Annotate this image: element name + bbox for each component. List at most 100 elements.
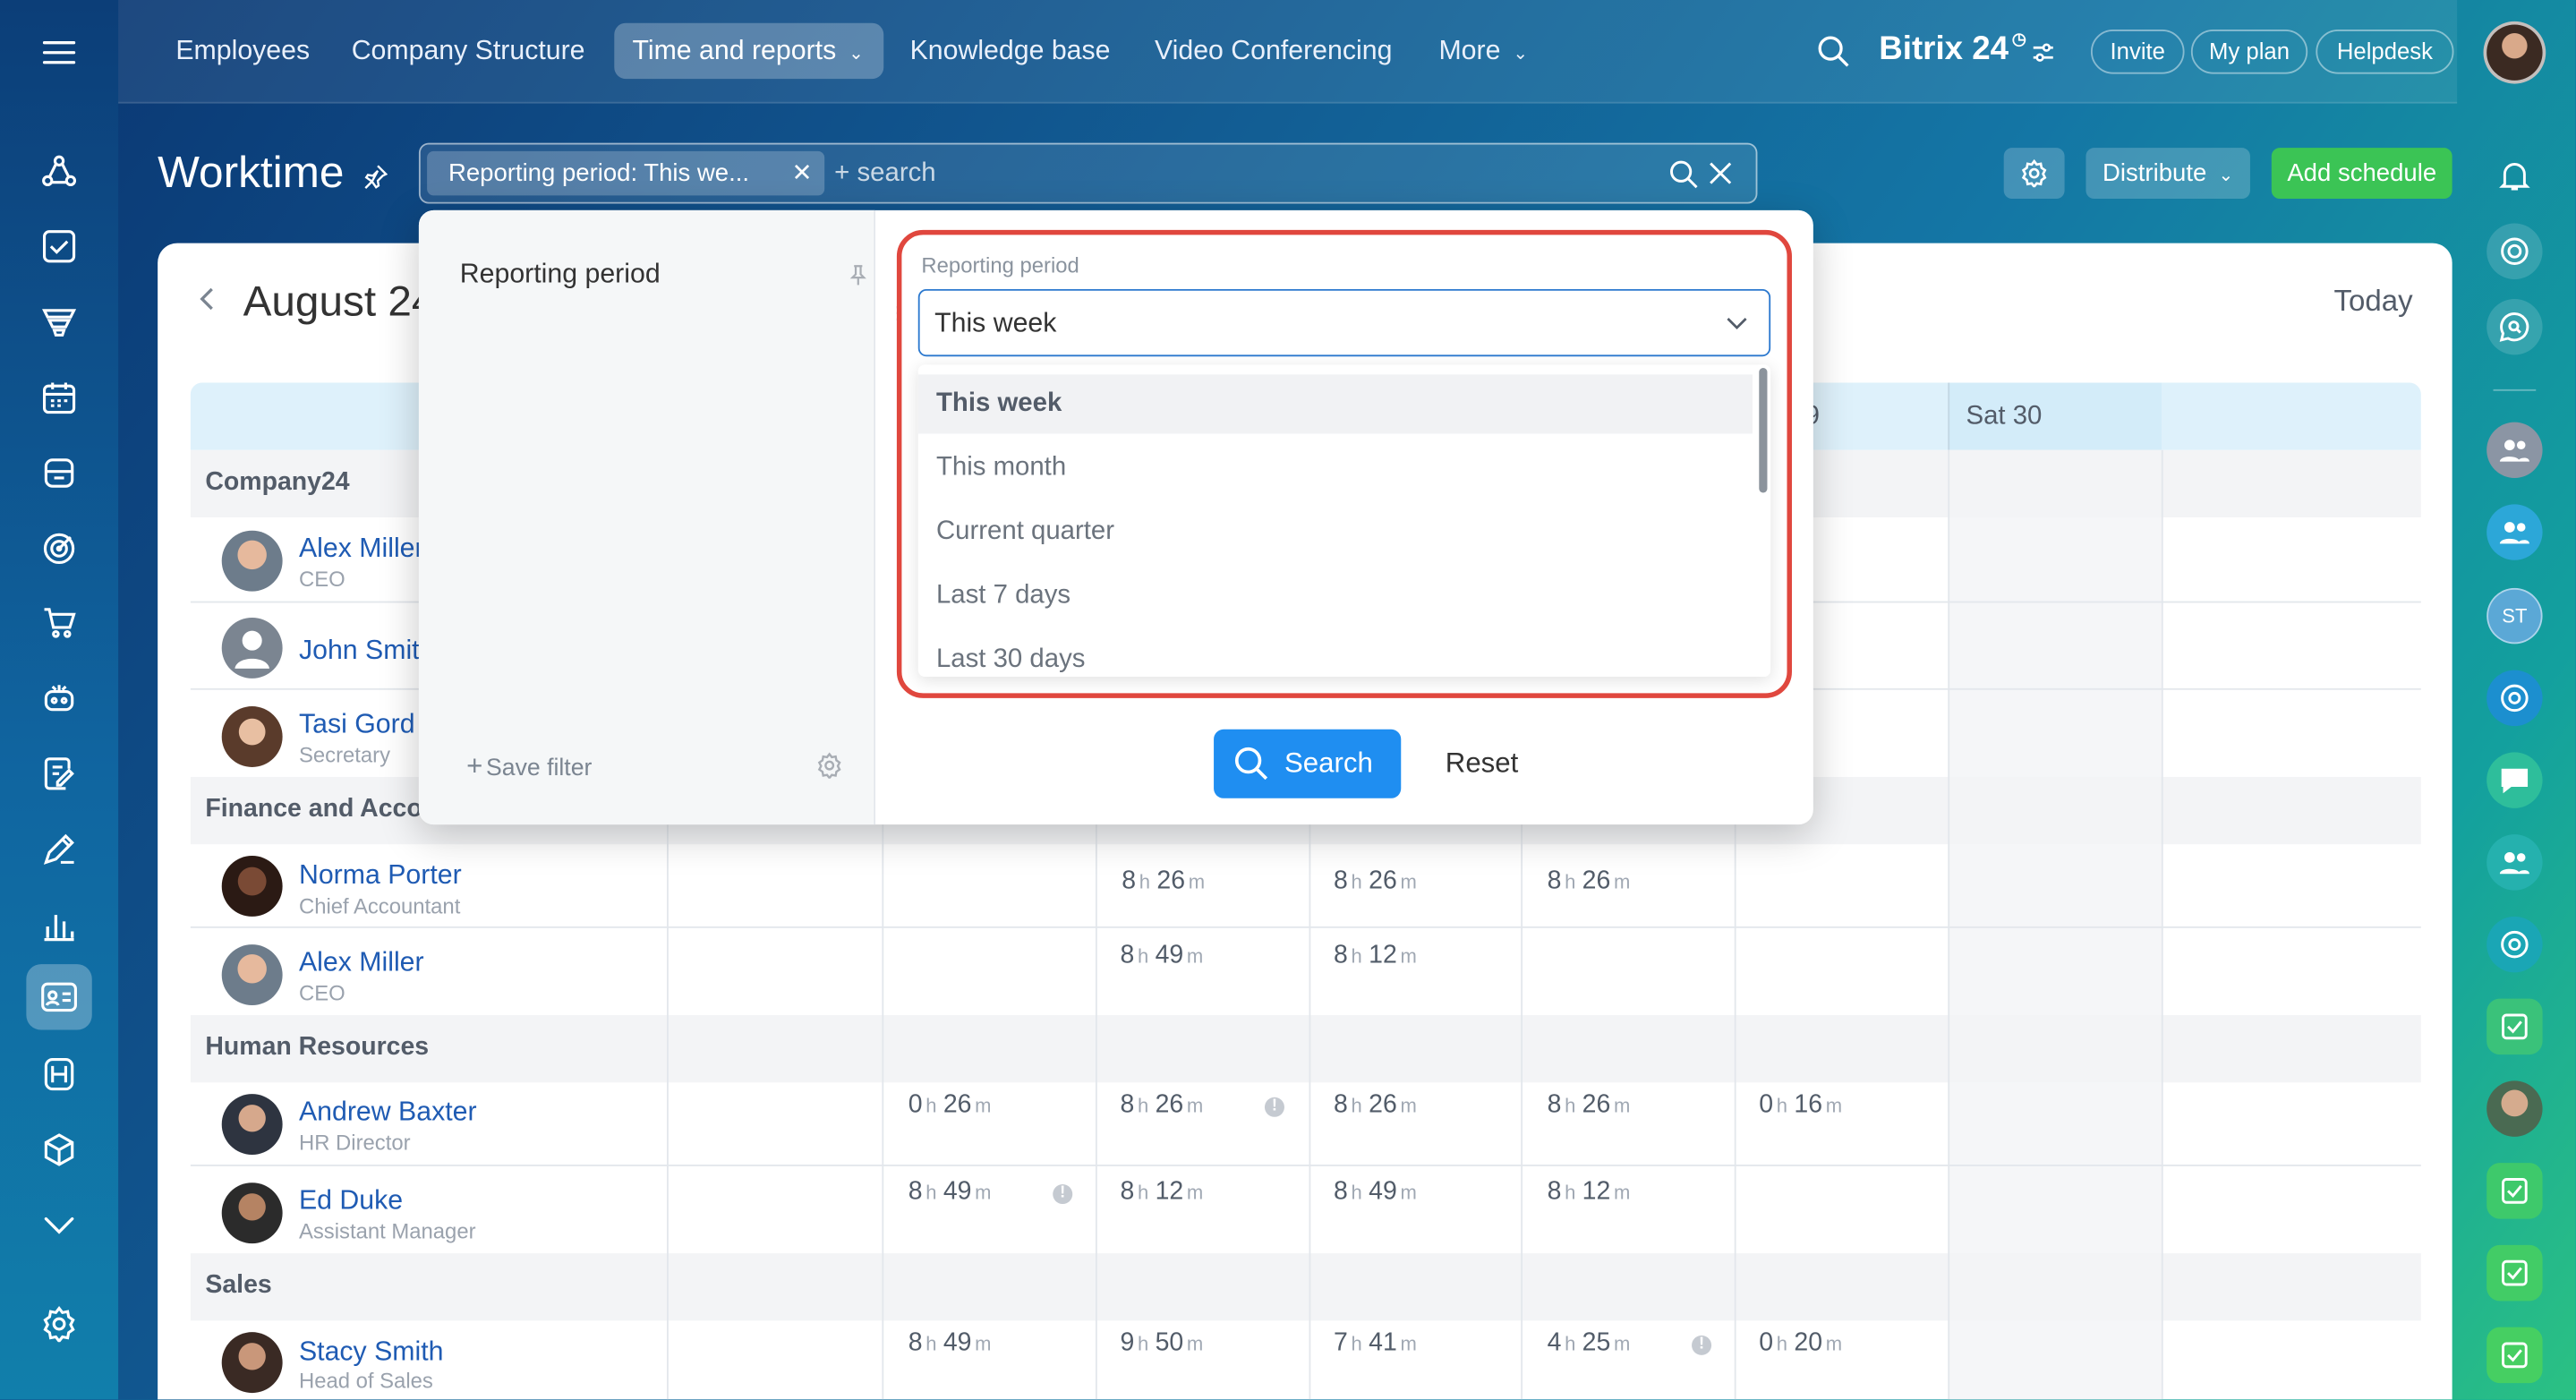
employee-name[interactable]: Stacy Smith xyxy=(299,1337,444,1369)
search-icon[interactable] xyxy=(1668,159,1698,189)
chat-search-icon[interactable] xyxy=(2486,298,2543,355)
pen-icon[interactable] xyxy=(35,824,84,874)
menu-icon[interactable] xyxy=(35,28,84,77)
robot-icon[interactable] xyxy=(35,673,84,722)
worktime-cell[interactable]: 0 h 16 m xyxy=(1759,1090,1848,1120)
worktime-cell[interactable]: 7 h 41 m xyxy=(1334,1329,1423,1359)
worktime-cell[interactable]: 8 h 49 m xyxy=(1334,1178,1423,1208)
preset-reporting-period[interactable]: Reporting period xyxy=(460,260,661,291)
nav-more[interactable]: More ⌄ xyxy=(1438,23,1528,79)
user-avatar[interactable] xyxy=(2483,21,2546,84)
group-chat-icon[interactable] xyxy=(2486,422,2543,478)
worktime-cell[interactable]: 8 h 26 m xyxy=(1334,1090,1423,1120)
task-chat-icon[interactable] xyxy=(2486,1244,2543,1302)
employee-name[interactable]: Andrew Baxter xyxy=(299,1097,477,1129)
worktime-cell[interactable]: 8 h 26 m xyxy=(1548,867,1637,897)
distribute-button[interactable]: Distribute ⌄ xyxy=(2086,148,2250,200)
warning-icon[interactable]: ! xyxy=(1264,1097,1284,1117)
filter-chip[interactable]: Reporting period: This we... ✕ xyxy=(427,150,825,196)
box-icon[interactable] xyxy=(35,1125,84,1174)
task-chat-icon[interactable] xyxy=(2486,1327,2543,1384)
settings-gear-icon[interactable] xyxy=(816,752,842,779)
worktime-cell[interactable]: 8 h 26 m xyxy=(1334,867,1423,897)
clear-icon[interactable] xyxy=(1708,161,1733,186)
save-filter-button[interactable]: + Save filter xyxy=(466,751,592,784)
nav-video-conferencing[interactable]: Video Conferencing xyxy=(1155,23,1392,79)
worktime-cell[interactable]: 8 h 12 m xyxy=(1334,941,1423,970)
channel-icon[interactable] xyxy=(2486,916,2543,973)
nav-employees[interactable]: Employees xyxy=(175,23,310,79)
my-plan-button[interactable]: My plan xyxy=(2190,30,2308,74)
worktime-cell[interactable]: 8 h 49 m xyxy=(908,1178,998,1208)
group-chat-icon[interactable] xyxy=(2486,504,2543,560)
employee-avatar[interactable] xyxy=(221,530,283,592)
worktime-cell[interactable]: 8 h 12 m xyxy=(1548,1178,1637,1208)
employee-avatar-placeholder-icon[interactable] xyxy=(221,617,283,679)
task-chat-icon[interactable] xyxy=(2486,998,2543,1055)
chevron-down-icon[interactable] xyxy=(35,1200,84,1250)
sliders-icon[interactable] xyxy=(2032,43,2055,63)
task-chat-icon[interactable] xyxy=(2486,1163,2543,1219)
search-placeholder[interactable]: + search xyxy=(834,159,935,189)
employee-name[interactable]: John Smit xyxy=(299,636,420,667)
drive-icon[interactable] xyxy=(35,448,84,498)
employee-name[interactable]: Alex Miller xyxy=(299,948,424,979)
nav-knowledge-base[interactable]: Knowledge base xyxy=(910,23,1111,79)
employee-avatar[interactable] xyxy=(221,944,283,1006)
employee-avatar[interactable] xyxy=(221,1332,283,1394)
document-sign-icon[interactable] xyxy=(35,749,84,798)
employee-name[interactable]: Ed Duke xyxy=(299,1186,403,1217)
worktime-cell[interactable]: 0 h 26 m xyxy=(908,1090,998,1120)
today-button[interactable]: Today xyxy=(2334,284,2413,319)
pin-icon[interactable] xyxy=(363,165,388,190)
calendar-icon[interactable] xyxy=(35,373,84,423)
nav-company-structure[interactable]: Company Structure xyxy=(352,23,585,79)
drag-handle-icon[interactable]: ⋮ xyxy=(889,304,907,338)
employee-avatar[interactable] xyxy=(221,1182,283,1244)
tasks-icon[interactable] xyxy=(35,222,84,271)
target-icon[interactable] xyxy=(35,524,84,573)
employee-avatar[interactable] xyxy=(221,706,283,767)
search-icon[interactable] xyxy=(1817,35,1852,70)
employee-avatar[interactable] xyxy=(221,1094,283,1156)
chat-bubble-icon[interactable] xyxy=(2486,752,2543,808)
worktime-cell[interactable]: 9 h 50 m xyxy=(1120,1329,1209,1359)
worktime-cell[interactable]: 8 h 49 m xyxy=(1120,941,1209,970)
chevron-left-icon[interactable] xyxy=(197,286,217,312)
employee-name[interactable]: Norma Porter xyxy=(299,861,462,892)
add-schedule-button[interactable]: Add schedule xyxy=(2271,148,2452,200)
filter-search-bar[interactable]: Reporting period: This we... ✕ + search xyxy=(418,142,1758,204)
worktime-icon[interactable] xyxy=(26,964,92,1030)
notifications-bell-icon[interactable] xyxy=(2486,148,2542,203)
worktime-cell[interactable]: 8 h 26 m xyxy=(1120,1090,1209,1120)
worktime-cell[interactable]: 8 h 26 m xyxy=(1122,867,1211,897)
helpdesk-button[interactable]: Helpdesk xyxy=(2316,30,2454,74)
analytics-icon[interactable] xyxy=(35,901,84,950)
worktime-cell[interactable]: 8 h 12 m xyxy=(1120,1178,1209,1208)
worktime-cell[interactable]: 8 h 26 m xyxy=(1548,1090,1637,1120)
worktime-cell[interactable]: 8 h 49 m xyxy=(908,1329,998,1359)
sites-icon[interactable] xyxy=(35,1050,84,1099)
user-avatar[interactable] xyxy=(2486,1080,2543,1137)
settings-button[interactable] xyxy=(2003,148,2065,200)
invite-button[interactable]: Invite xyxy=(2090,30,2185,74)
employee-name[interactable]: Tasi Gord xyxy=(299,710,415,741)
copilot-icon[interactable] xyxy=(2486,223,2543,279)
crm-icon[interactable] xyxy=(35,297,84,346)
reset-button[interactable]: Reset xyxy=(1446,747,1519,781)
employee-avatar[interactable] xyxy=(221,856,283,917)
group-chat-icon[interactable] xyxy=(2486,834,2543,891)
channel-icon[interactable] xyxy=(2486,670,2543,727)
brand-logo[interactable]: Bitrix 24 ◷ xyxy=(1879,31,2026,69)
worktime-cell[interactable]: 0 h 20 m xyxy=(1759,1329,1848,1359)
warning-icon[interactable]: ! xyxy=(1692,1335,1712,1355)
search-button[interactable]: Search xyxy=(1214,729,1402,798)
nav-time-and-reports[interactable]: Time and reports ⌄ xyxy=(614,22,884,80)
feed-icon[interactable] xyxy=(35,148,84,197)
employee-name[interactable]: Alex Miller xyxy=(299,534,424,565)
worktime-cell[interactable]: 4 h 25 m xyxy=(1548,1329,1637,1359)
chip-close-icon[interactable]: ✕ xyxy=(791,158,812,187)
settings-gear-icon[interactable] xyxy=(35,1299,84,1348)
user-initials-avatar[interactable]: ST xyxy=(2486,587,2543,645)
warning-icon[interactable]: ! xyxy=(1053,1184,1073,1205)
